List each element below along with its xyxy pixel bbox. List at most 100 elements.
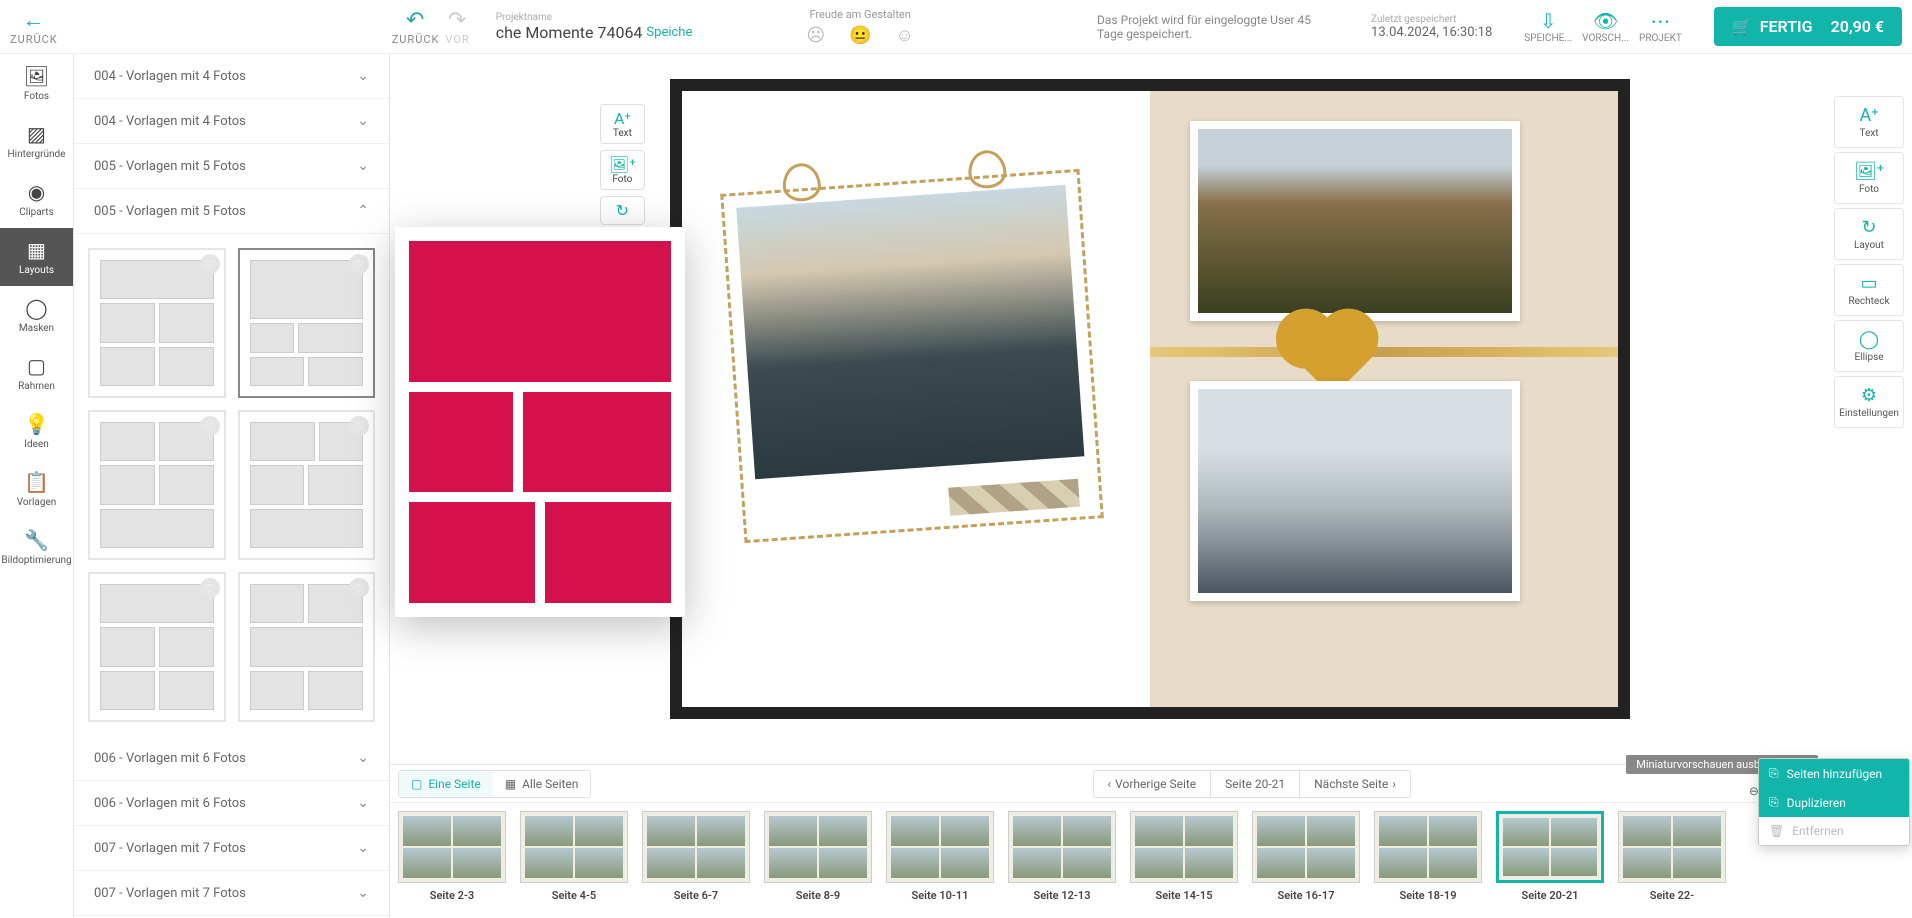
thumbnail-strip[interactable]: Seite 2-3 Seite 4-5 Seite 6-7 Seite 8-9 …: [390, 802, 1912, 918]
page-right[interactable]: [1150, 91, 1618, 707]
sidebar-item-ideen[interactable]: 💡Ideen: [0, 402, 73, 460]
undo-label: ZURÜCK: [392, 33, 440, 46]
accordion-007a[interactable]: 007 - Vorlagen mit 7 Fotos⌄: [74, 826, 389, 871]
grid-icon: ▦: [505, 777, 516, 791]
all-pages-button[interactable]: ▦Alle Seiten: [493, 771, 591, 797]
page-left[interactable]: [682, 91, 1150, 707]
feedback-label: Freude am Gestalten: [809, 8, 910, 21]
right-tool-einstellungen[interactable]: ⚙Einstellungen: [1834, 376, 1904, 428]
sidebar-item-masken[interactable]: ◯Masken: [0, 286, 73, 344]
thumb-14-15[interactable]: Seite 14-15: [1130, 811, 1238, 910]
drag-preview-layout[interactable]: [395, 227, 685, 617]
preview-button[interactable]: 👁VORSCH...: [1582, 9, 1629, 44]
right-tool-text[interactable]: A⁺Text: [1834, 96, 1904, 148]
thumb-22[interactable]: Seite 22-: [1618, 811, 1726, 910]
right-tool-layout[interactable]: ↻Layout: [1834, 208, 1904, 260]
one-page-button[interactable]: ▢Eine Seite: [399, 771, 493, 797]
face-neutral-icon[interactable]: 😐: [849, 25, 871, 46]
chevron-down-icon: ⌄: [357, 840, 369, 856]
layout-card-2[interactable]: ♡: [238, 248, 376, 398]
sidebar-item-vorlagen[interactable]: 📋Vorlagen: [0, 460, 73, 518]
view-toggle: ▢Eine Seite ▦Alle Seiten: [398, 770, 591, 798]
sidebar-item-cliparts[interactable]: ◉Cliparts: [0, 170, 73, 228]
foto-tool[interactable]: 🖼⁺Foto: [600, 150, 645, 190]
redo-button[interactable]: ↷ VOR: [445, 8, 469, 46]
photo-top[interactable]: [1190, 121, 1520, 321]
right-tool-foto[interactable]: 🖼⁺Foto: [1834, 152, 1904, 204]
save-link[interactable]: Speiche: [646, 25, 692, 40]
layout-card-1[interactable]: ♡: [88, 248, 226, 398]
heart-icon[interactable]: ♡: [349, 254, 369, 274]
refresh-icon: ↻: [1861, 217, 1876, 238]
prev-page-button[interactable]: ‹Vorherige Seite: [1094, 771, 1211, 797]
accordion-005b[interactable]: 005 - Vorlagen mit 5 Fotos⌃: [74, 189, 389, 234]
sidebar-item-fotos[interactable]: 🖼Fotos: [0, 54, 73, 112]
layout-card-4[interactable]: ♡: [238, 410, 376, 560]
ctx-add-pages[interactable]: ⎘Seiten hinzufügen: [1759, 759, 1909, 788]
photo-icon: 🖼⁺: [1854, 161, 1884, 182]
project-menu-button[interactable]: ⋯PROJEKT: [1639, 9, 1682, 44]
photo-bottom[interactable]: [1190, 381, 1520, 601]
finish-button[interactable]: 🛒FERTIG 20,90 €: [1714, 7, 1902, 46]
layout-card-3[interactable]: ♡: [88, 410, 226, 560]
thumb-16-17[interactable]: Seite 16-17: [1252, 811, 1360, 910]
layout-grid: ♡ ♡ ♡ ♡ ♡ ♡: [74, 234, 389, 736]
accordion-007b[interactable]: 007 - Vorlagen mit 7 Fotos⌄: [74, 871, 389, 916]
thumb-20-21[interactable]: Seite 20-21: [1496, 811, 1604, 910]
chevron-up-icon: ⌃: [357, 203, 369, 219]
sidebar-item-layouts[interactable]: ▦Layouts: [0, 228, 73, 286]
right-sidebar: A⁺Text 🖼⁺Foto ↻Layout ▭Rechteck ◯Ellipse…: [1826, 54, 1912, 430]
polaroid-photo[interactable]: [720, 169, 1104, 543]
sidebar-item-bildoptimierung[interactable]: 🔧Bildoptimierung: [0, 518, 73, 576]
heart-icon[interactable]: ♡: [200, 254, 220, 274]
next-page-button[interactable]: Nächste Seite›: [1299, 771, 1410, 797]
chevron-down-icon: ⌄: [357, 68, 369, 84]
sidebar-item-rahmen[interactable]: ▢Rahmen: [0, 344, 73, 402]
save-button[interactable]: ⇩SPEICHE...: [1524, 9, 1572, 44]
sidebar-item-hintergruende[interactable]: ▨Hintergründe: [0, 112, 73, 170]
text-icon: A⁺: [614, 109, 631, 128]
heart-icon[interactable]: ♡: [349, 578, 369, 598]
undo-button[interactable]: ↶ ZURÜCK: [392, 8, 440, 46]
thumb-18-19[interactable]: Seite 18-19: [1374, 811, 1482, 910]
thumb-8-9[interactable]: Seite 8-9: [764, 811, 872, 910]
bottom-bar: ▢Eine Seite ▦Alle Seiten ‹Vorherige Seit…: [390, 764, 1912, 802]
accordion-004b[interactable]: 004 - Vorlagen mit 4 Fotos⌄: [74, 99, 389, 144]
tape-decoration: [948, 479, 1080, 516]
frame-icon: ▢: [27, 354, 46, 378]
chevron-right-icon: ›: [1392, 777, 1396, 791]
thumb-10-11[interactable]: Seite 10-11: [886, 811, 994, 910]
accordion-006b[interactable]: 006 - Vorlagen mit 6 Fotos⌄: [74, 781, 389, 826]
face-happy-icon[interactable]: ☺: [896, 25, 914, 46]
face-sad-icon[interactable]: ☹: [806, 25, 825, 46]
thumb-4-5[interactable]: Seite 4-5: [520, 811, 628, 910]
heart-icon[interactable]: ♡: [200, 578, 220, 598]
project-name-value[interactable]: che Momente 74064Speiche: [496, 23, 693, 42]
layout-card-6[interactable]: ♡: [238, 572, 376, 722]
layout-icon: ▦: [27, 238, 46, 262]
refresh-tool[interactable]: ↻: [600, 196, 645, 225]
accordion-004a[interactable]: 004 - Vorlagen mit 4 Fotos⌄: [74, 54, 389, 99]
right-tool-rechteck[interactable]: ▭Rechteck: [1834, 264, 1904, 316]
thumb-6-7[interactable]: Seite 6-7: [642, 811, 750, 910]
thumb-12-13[interactable]: Seite 12-13: [1008, 811, 1116, 910]
heart-icon[interactable]: ♡: [349, 416, 369, 436]
cart-icon: 🛒: [1732, 17, 1752, 36]
price-label: 20,90 €: [1831, 17, 1884, 36]
text-tool[interactable]: A⁺Text: [600, 104, 645, 144]
context-menu: ⎘Seiten hinzufügen ⎘Duplizieren 🗑Entfern…: [1758, 758, 1910, 846]
right-tool-ellipse[interactable]: ◯Ellipse: [1834, 320, 1904, 372]
left-sidebar: 🖼Fotos ▨Hintergründe ◉Cliparts ▦Layouts …: [0, 54, 74, 918]
heart-icon[interactable]: ♡: [200, 416, 220, 436]
accordion-005a[interactable]: 005 - Vorlagen mit 5 Fotos⌄: [74, 144, 389, 189]
feedback-group: Freude am Gestalten ☹ 😐 ☺: [806, 8, 914, 46]
layouts-panel: 004 - Vorlagen mit 4 Fotos⌄ 004 - Vorlag…: [74, 54, 390, 918]
project-name-group: Projektname che Momente 74064Speiche: [496, 12, 693, 42]
project-name-label: Projektname: [496, 12, 693, 23]
layout-card-5[interactable]: ♡: [88, 572, 226, 722]
accordion-006a[interactable]: 006 - Vorlagen mit 6 Fotos⌄: [74, 736, 389, 781]
thumb-2-3[interactable]: Seite 2-3: [398, 811, 506, 910]
back-button[interactable]: ← ZURÜCK: [10, 7, 58, 46]
page-spread[interactable]: [670, 79, 1630, 719]
ctx-duplicate[interactable]: ⎘Duplizieren: [1759, 788, 1909, 817]
